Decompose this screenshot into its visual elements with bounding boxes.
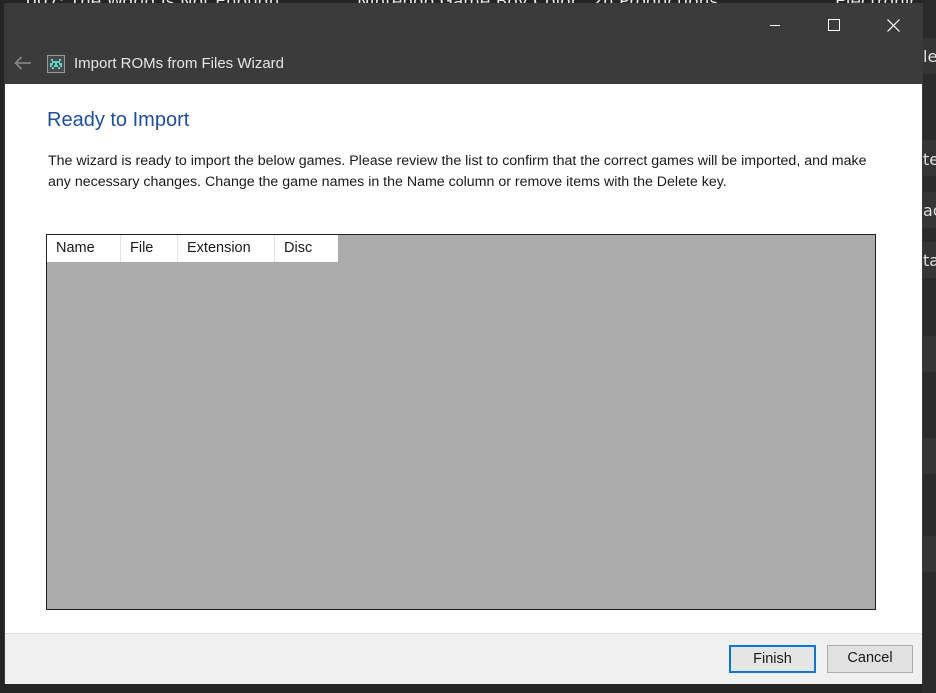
background-text-fragment: ta <box>923 251 936 270</box>
wizard-page: Ready to Import The wizard is ready to i… <box>5 84 922 633</box>
column-header-file[interactable]: File <box>121 235 178 262</box>
column-header-name[interactable]: Name <box>47 235 121 262</box>
back-button[interactable] <box>11 52 35 74</box>
maximize-icon <box>828 19 840 31</box>
close-icon <box>886 18 900 32</box>
background-strip <box>922 536 936 572</box>
background-text-fragment: le <box>923 47 936 66</box>
games-list-view[interactable]: Name File Extension Disc <box>46 234 876 610</box>
close-button[interactable] <box>864 4 922 46</box>
background-side-column: le te ac ta <box>922 0 936 693</box>
back-arrow-icon <box>14 56 31 70</box>
page-description: The wizard is ready to import the below … <box>48 153 867 190</box>
button-bar: Finish Cancel <box>5 633 922 684</box>
maximize-button[interactable] <box>805 4 863 46</box>
title-bar[interactable]: Import ROMs from Files Wizard <box>5 4 922 84</box>
page-heading: Ready to Import <box>47 109 190 131</box>
column-header-extension[interactable]: Extension <box>178 235 275 262</box>
import-wizard-window: Import ROMs from Files Wizard Ready to I… <box>5 4 922 684</box>
window-title: Import ROMs from Files Wizard <box>74 55 285 72</box>
minimize-icon <box>770 25 780 26</box>
background-strip <box>922 336 936 372</box>
minimize-button[interactable] <box>746 4 804 46</box>
space-invader-icon <box>47 55 65 73</box>
finish-button[interactable]: Finish <box>729 645 816 673</box>
background-text-fragment: ac <box>923 201 936 220</box>
column-header-disc[interactable]: Disc <box>275 235 338 262</box>
cancel-button[interactable]: Cancel <box>827 645 913 673</box>
list-column-header: Name File Extension Disc <box>47 235 338 262</box>
background-text-fragment: te <box>923 150 936 169</box>
background-strip <box>922 438 936 474</box>
